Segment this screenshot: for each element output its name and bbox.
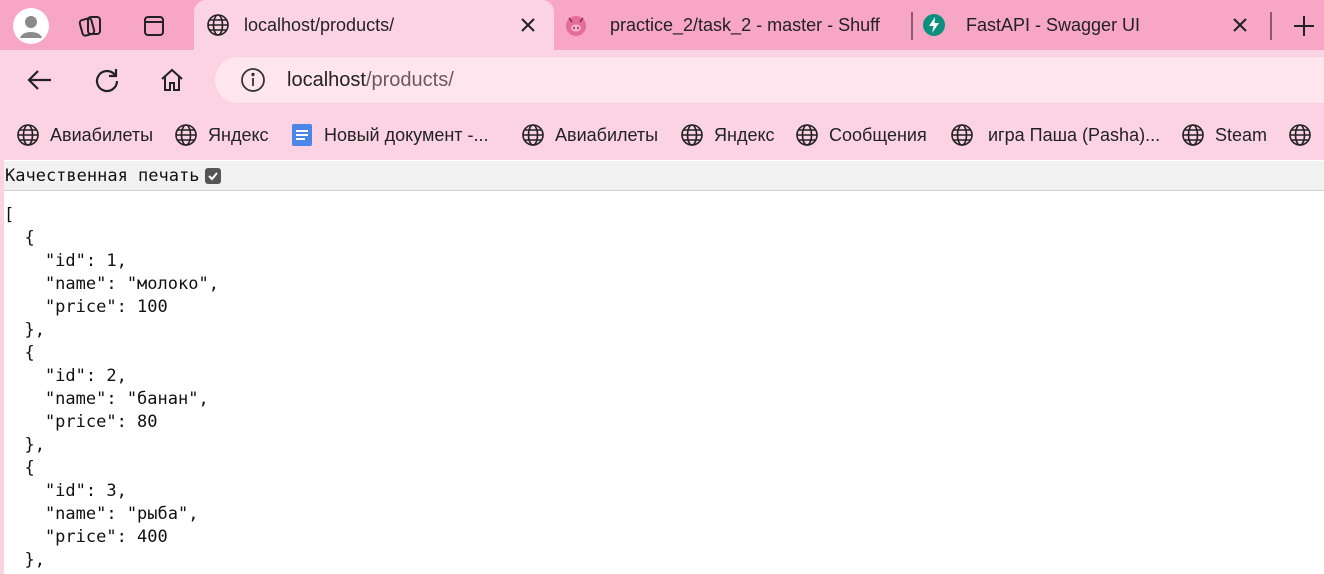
tab-strip: localhost/products/ practice_2/task_2 - … (0, 0, 1324, 50)
bookmark-label: игра Паша (Pasha)... (988, 124, 1161, 145)
pretty-print-label: Качественная печать (5, 165, 200, 186)
bookmark-item[interactable]: Сообщения (795, 122, 927, 148)
globe-icon (16, 123, 40, 147)
globe-icon (206, 13, 230, 37)
profile-avatar-icon[interactable] (13, 8, 49, 44)
workspaces-icon[interactable] (73, 8, 109, 44)
tab-title: FastAPI - Swagger UI (966, 14, 1141, 35)
pretty-print-checkbox[interactable] (205, 167, 222, 184)
tab-localhost-products[interactable]: localhost/products/ (194, 0, 554, 50)
shuffle-pig-icon (564, 13, 588, 37)
toolbar: localhost/products/ (0, 50, 1324, 110)
bookmark-item[interactable]: Яндекс (174, 122, 269, 148)
bookmark-label: Новый документ -... (324, 124, 489, 145)
url-text: localhost/products/ (287, 69, 454, 92)
bookmark-item[interactable]: Новый документ -... (290, 122, 489, 148)
globe-icon (521, 123, 545, 147)
globe-icon (1181, 123, 1205, 147)
bookmark-label: Яндекс (208, 124, 269, 145)
site-info-icon[interactable] (239, 66, 267, 94)
back-arrow-icon[interactable] (20, 62, 60, 98)
url-host: localhost (287, 68, 366, 91)
bookmark-item[interactable]: Steam (1181, 122, 1267, 148)
docs-icon (290, 123, 314, 147)
globe-icon (1288, 123, 1312, 147)
tab-separator (911, 12, 913, 40)
bookmark-label: Авиабилеты (555, 124, 659, 145)
bookmark-label: Авиабилеты (50, 124, 154, 145)
tab-title: localhost/products/ (244, 14, 395, 35)
globe-icon (174, 123, 198, 147)
bookmark-item[interactable] (1288, 122, 1322, 148)
tab-shuffle[interactable]: practice_2/task_2 - master - Shuff (556, 0, 910, 50)
json-response-text: [ { "id": 1, "name": "молоко", "price": … (4, 205, 219, 570)
pretty-print-bar: Качественная печать (4, 161, 1324, 191)
new-tab-icon[interactable] (1286, 8, 1322, 44)
globe-icon (795, 123, 819, 147)
tab-title: practice_2/task_2 - master - Shuff (610, 14, 880, 35)
bookmark-label: Сообщения (829, 124, 927, 145)
bookmark-label: Яндекс (714, 124, 775, 145)
bookmark-item[interactable]: Авиабилеты (521, 122, 658, 148)
address-bar[interactable]: localhost/products/ (215, 57, 1324, 103)
url-path: /products/ (365, 68, 454, 91)
tab-actions-icon[interactable] (136, 8, 172, 44)
close-tab-icon[interactable] (1228, 13, 1252, 37)
tab-separator (1270, 12, 1272, 40)
tab-fastapi-swagger[interactable]: FastAPI - Swagger UI (916, 0, 1266, 50)
home-icon[interactable] (152, 62, 192, 98)
globe-icon (680, 123, 704, 147)
reload-icon[interactable] (87, 62, 127, 98)
bookmark-label: Steam (1215, 124, 1268, 145)
bookmarks-bar: Авиабилеты Яндекс Новый документ -... Ав… (0, 110, 1324, 160)
bookmark-item[interactable]: Яндекс (680, 122, 775, 148)
fastapi-icon (922, 13, 946, 37)
close-tab-icon[interactable] (516, 13, 540, 37)
bookmark-item[interactable]: игра Паша (Pasha)... (950, 122, 1160, 148)
bookmark-item[interactable]: Авиабилеты (16, 122, 153, 148)
globe-icon (950, 123, 974, 147)
